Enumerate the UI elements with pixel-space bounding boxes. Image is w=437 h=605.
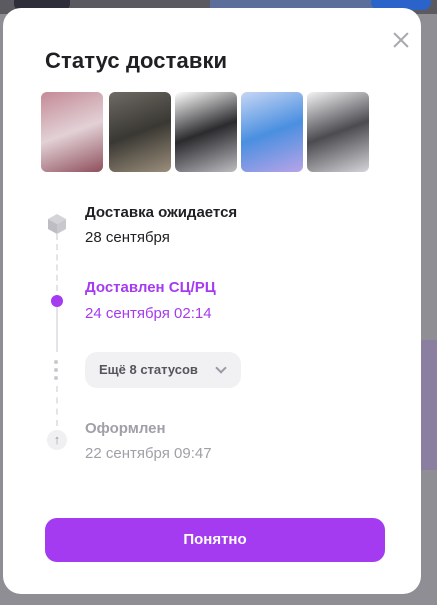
close-icon[interactable] [390, 29, 412, 51]
timeline-dashed-line-lower [56, 386, 58, 426]
product-thumbnails [41, 92, 371, 172]
timeline-solid-line [56, 308, 58, 352]
product-thumb-5[interactable] [307, 92, 369, 172]
product-thumb-1[interactable] [41, 92, 103, 172]
box-icon [48, 214, 66, 234]
status-created-label: Оформлен [85, 420, 166, 437]
product-thumb-4[interactable] [241, 92, 303, 172]
status-expected-label: Доставка ожидается [85, 204, 238, 221]
confirm-button[interactable]: Понятно [45, 518, 385, 562]
product-thumb-3[interactable] [175, 92, 237, 172]
status-expected-date: 28 сентября [85, 229, 170, 246]
arrow-up-icon: ↑ [47, 430, 67, 450]
status-current-date: 24 сентября 02:14 [85, 305, 212, 322]
more-statuses-button[interactable]: Ещё 8 статусов [85, 352, 241, 388]
current-status-dot-icon [51, 295, 63, 307]
more-statuses-label: Ещё 8 статусов [99, 362, 198, 377]
chevron-down-icon [215, 362, 227, 374]
status-created-date: 22 сентября 09:47 [85, 445, 212, 462]
product-thumb-2[interactable] [109, 92, 171, 172]
status-current-label: Доставлен СЦ/РЦ [85, 279, 216, 296]
delivery-status-modal: Статус доставки Доставка ожидается 28 се… [3, 8, 421, 594]
modal-title: Статус доставки [45, 48, 228, 73]
more-dots-icon [54, 360, 60, 382]
